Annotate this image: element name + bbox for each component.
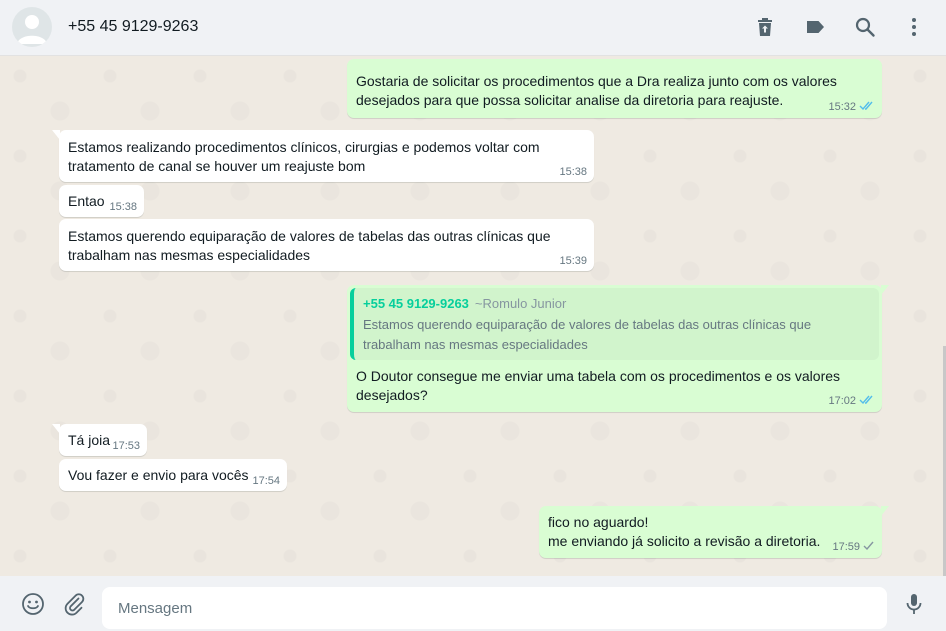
message-text: Estamos querendo equiparação de valores … [68, 228, 551, 263]
double-check-icon [859, 394, 875, 408]
quoted-message[interactable]: +55 45 9129-9263 ~Romulo Junior Estamos q… [350, 288, 879, 360]
quote-author: +55 45 9129-9263 [363, 296, 469, 311]
message-time: 15:32 [828, 101, 856, 113]
quote-pushname: ~Romulo Junior [474, 296, 567, 311]
label-icon[interactable] [803, 15, 827, 39]
message-incoming[interactable]: Estamos realizando procedimentos clínico… [52, 130, 594, 182]
message-meta: 17:54 [252, 475, 280, 487]
composer [0, 576, 946, 631]
message-meta: 17:53 [112, 440, 140, 452]
menu-icon[interactable] [902, 15, 926, 39]
bubble-tail [881, 285, 889, 295]
message-incoming[interactable]: Estamos querendo equiparação de valores … [59, 219, 594, 271]
message-incoming[interactable]: Vou fazer e envio para vocês 17:54 [59, 459, 287, 491]
message-time: 15:39 [559, 255, 587, 267]
message-time: 17:02 [828, 395, 856, 407]
message-outgoing[interactable]: +55 45 9129-9263 ~Romulo Junior Estamos q… [347, 285, 889, 412]
message-time: 15:38 [559, 166, 587, 178]
bubble-tail [881, 506, 889, 516]
message-meta: 15:38 [109, 201, 137, 213]
message-text: Estamos realizando procedimentos clínico… [68, 139, 540, 174]
message-text: Gostaria de solicitar os procedimentos q… [356, 73, 837, 108]
message-incoming[interactable]: Entao 15:38 [59, 185, 144, 217]
single-check-icon [863, 540, 875, 554]
message-time: 17:53 [112, 440, 140, 452]
message-meta: 15:32 [828, 100, 875, 114]
emoji-icon[interactable] [21, 592, 45, 616]
message-text: fico no aguardo! me enviando já solicito… [548, 514, 821, 549]
message-list[interactable]: Gostaria de solicitar os procedimentos q… [0, 56, 946, 576]
message-text: O Doutor consegue me enviar uma tabela c… [356, 368, 841, 403]
message-meta: 17:59 [832, 540, 875, 554]
chat-header: +55 45 9129-9263 [0, 0, 946, 56]
message-time: 17:59 [832, 541, 860, 553]
message-text: Vou fazer e envio para vocês [68, 467, 249, 483]
message-outgoing[interactable]: fico no aguardo! me enviando já solicito… [539, 506, 889, 558]
message-time: 17:54 [252, 475, 280, 487]
search-icon[interactable] [853, 15, 877, 39]
message-meta: 17:02 [828, 394, 875, 408]
delete-icon[interactable] [753, 15, 777, 39]
message-input[interactable] [102, 587, 887, 629]
microphone-icon[interactable] [902, 592, 926, 616]
contact-name[interactable]: +55 45 9129-9263 [68, 18, 198, 36]
message-incoming[interactable]: Tá joia 17:53 [52, 424, 147, 456]
attach-icon[interactable] [62, 592, 86, 616]
double-check-icon [859, 100, 875, 114]
message-meta: 15:38 [559, 166, 587, 178]
bubble-tail [52, 130, 60, 140]
message-time: 15:38 [109, 201, 137, 213]
quote-text: Estamos querendo equiparação de valores … [363, 317, 812, 352]
avatar[interactable] [12, 7, 52, 47]
bubble-tail [52, 424, 60, 434]
message-meta: 15:39 [559, 255, 587, 267]
message-outgoing[interactable]: Gostaria de solicitar os procedimentos q… [347, 59, 882, 118]
